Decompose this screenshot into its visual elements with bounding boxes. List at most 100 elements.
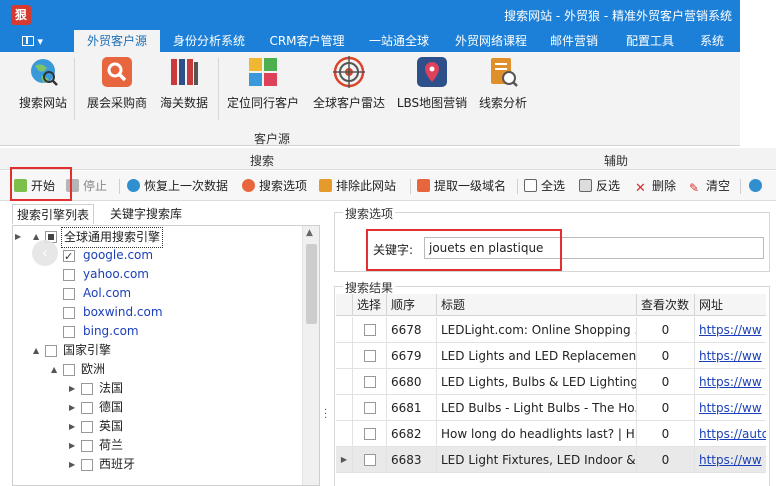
tree-node-label: bing.com (83, 324, 139, 338)
url-cell[interactable]: https://ww (695, 343, 766, 369)
back-arrow-icon[interactable]: ‹ (32, 240, 58, 266)
tab-keyword-library[interactable]: 关键字搜索库 (106, 204, 186, 224)
exclude-site-button[interactable]: 排除此网站 (319, 178, 396, 194)
column-header-url[interactable]: 网址 (695, 294, 766, 316)
collapse-arrow-icon[interactable]: ▲ (51, 360, 61, 379)
scrollbar-thumb[interactable] (306, 244, 317, 324)
tree-checkbox[interactable] (63, 247, 75, 266)
url-link[interactable]: https://ww (699, 323, 762, 337)
tree-checkbox[interactable] (45, 345, 57, 357)
url-cell[interactable]: https://ww (695, 395, 766, 421)
expand-arrow-icon[interactable]: ▶ (69, 398, 79, 417)
column-header-select[interactable]: 选择 (353, 294, 387, 316)
row-select-cell[interactable] (353, 369, 387, 395)
tree-checkbox[interactable] (81, 402, 93, 414)
panel-splitter[interactable]: · · · (322, 204, 330, 486)
tree-checkbox[interactable] (63, 269, 75, 281)
url-cell[interactable]: https://ww (695, 317, 766, 343)
row-checkbox[interactable] (363, 350, 376, 362)
clue-icon (491, 58, 518, 87)
column-header-order[interactable]: 顺序 (387, 294, 437, 316)
order-cell: 6679 (387, 343, 437, 369)
lbs-map-marketing-button[interactable]: LBS地图营销 (394, 56, 470, 116)
stop-button[interactable]: 停止 (66, 178, 107, 194)
global-customer-radar-button[interactable]: 全球客户雷达 (310, 56, 388, 116)
exhibition-buyers-button[interactable]: 展会采购商 (84, 56, 150, 116)
tree-checkbox[interactable] (81, 440, 93, 452)
expand-arrow-icon[interactable]: ▶ (69, 379, 79, 398)
expand-arrow-icon[interactable]: ▶ (69, 455, 79, 474)
expand-arrow-icon[interactable]: ▶ (69, 417, 79, 436)
eraser-icon: ✎ (689, 181, 700, 195)
row-checkbox[interactable] (363, 324, 376, 336)
clue-analysis-button[interactable]: 线索分析 (474, 56, 532, 116)
row-checkbox[interactable] (363, 402, 376, 414)
table-row[interactable]: 6680 LED Lights, Bulbs & LED Lighting... 0… (336, 369, 766, 395)
tab-customer-source[interactable]: 外贸客户源 (74, 30, 160, 52)
tab-system[interactable]: 系统 (694, 30, 730, 52)
tab-identity-analysis[interactable]: 身份分析系统 (166, 30, 252, 52)
url-cell[interactable]: https://auto (695, 421, 766, 447)
row-select-cell[interactable] (353, 395, 387, 421)
tab-email-marketing[interactable]: 邮件营销 (542, 30, 606, 52)
exclude-site-label: 排除此网站 (336, 179, 397, 193)
expand-arrow-icon[interactable]: ▶ (15, 227, 25, 246)
table-row[interactable]: ▶ 6683 LED Light Fixtures, LED Indoor &...… (336, 447, 766, 473)
table-row[interactable]: 6682 How long do headlights last? | H... 0… (336, 421, 766, 447)
table-row[interactable]: 6679 LED Lights and LED Replacemen... 0 htt… (336, 343, 766, 369)
file-menu-button[interactable]: ▾ (22, 34, 52, 49)
tree-checkbox[interactable] (63, 288, 75, 300)
expand-arrow-icon[interactable]: ▶ (69, 436, 79, 455)
tree-checkbox[interactable] (63, 364, 75, 376)
tab-courses[interactable]: 外贸网络课程 (448, 30, 534, 52)
row-select-cell[interactable] (353, 447, 387, 473)
url-link[interactable]: https://ww (699, 349, 762, 363)
tree-checkbox[interactable] (63, 307, 75, 319)
search-website-button[interactable]: 搜索网站 (16, 56, 70, 116)
row-select-cell[interactable] (353, 317, 387, 343)
scroll-up-icon[interactable]: ▲ (306, 228, 313, 238)
tree-checkbox[interactable] (63, 326, 75, 338)
invert-selection-button[interactable]: 反选 (579, 178, 620, 194)
left-panel-tabs: 搜索引擎列表 关键字搜索库 (12, 204, 320, 224)
url-link[interactable]: https://auto (699, 427, 766, 441)
tab-config-tools[interactable]: 配置工具 (618, 30, 682, 52)
url-link[interactable]: https://ww (699, 401, 762, 415)
url-link[interactable]: https://ww (699, 375, 762, 389)
row-select-cell[interactable] (353, 343, 387, 369)
column-header-views[interactable]: 查看次数 (637, 294, 695, 316)
tab-crm[interactable]: CRM客户管理 (262, 30, 352, 52)
url-cell[interactable]: https://ww (695, 369, 766, 395)
extract-domain-label: 提取一级域名 (434, 179, 507, 193)
row-checkbox[interactable] (363, 376, 376, 388)
table-row[interactable]: 6678 LEDLight.com: Online Shopping ... 0 ht… (336, 317, 766, 343)
tree-checkbox[interactable] (81, 421, 93, 433)
collapse-arrow-icon[interactable]: ▲ (33, 341, 43, 360)
tree-checkbox[interactable] (81, 459, 93, 471)
customs-data-button[interactable]: 海关数据 (156, 56, 212, 116)
browser-button[interactable] (749, 178, 766, 194)
gear-icon (242, 179, 255, 192)
tab-global[interactable]: 一站通全球 (360, 30, 438, 52)
tab-search-engine-list[interactable]: 搜索引擎列表 (12, 204, 95, 224)
row-checkbox[interactable] (363, 428, 376, 440)
invert-icon (579, 179, 592, 192)
tree-checkbox[interactable] (81, 383, 93, 395)
row-checkbox[interactable] (363, 454, 376, 466)
column-header-title[interactable]: 标题 (437, 294, 637, 316)
search-options-button[interactable]: 搜索选项 (242, 178, 307, 194)
extract-domain-button[interactable]: 提取一级域名 (417, 178, 506, 194)
table-row[interactable]: 6681 LED Bulbs - Light Bulbs - The Ho... 0… (336, 395, 766, 421)
url-link[interactable]: https://ww (699, 453, 762, 467)
select-all-button[interactable]: 全选 (524, 178, 565, 194)
delete-button[interactable]: ✕ 删除 (635, 178, 676, 195)
menu-icon (22, 36, 34, 46)
restore-last-data-button[interactable]: 恢复上一次数据 (127, 178, 228, 194)
clear-button[interactable]: ✎ 清空 (689, 178, 730, 195)
row-select-cell[interactable] (353, 421, 387, 447)
search-engine-tree: ▶ ▲ 全球通用搜索引擎 google.com yahoo.com Aol.co… (12, 225, 320, 486)
locate-peer-customers-button[interactable]: 定位同行客户 (224, 56, 302, 116)
views-cell: 0 (637, 369, 695, 395)
url-cell[interactable]: https://ww (695, 447, 766, 473)
tree-scrollbar[interactable]: ▲ (302, 226, 319, 485)
